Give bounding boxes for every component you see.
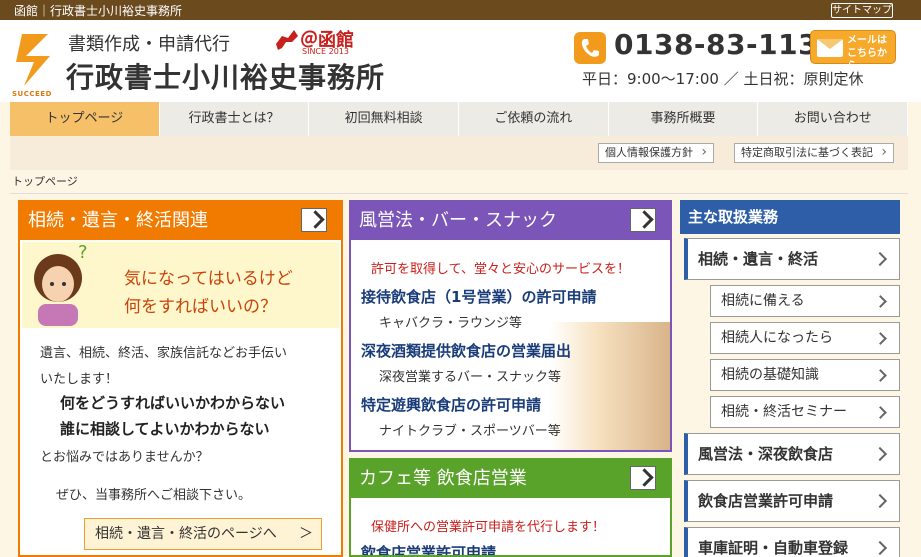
concern-text: とお悩みではありませんか？ [40, 450, 209, 465]
header: SUCCEED 書類作成・申請代行 行政書士小川裕史事務所 ＠函館 SINCE … [0, 20, 921, 102]
header-subtitle: 書類作成・申請代行 [68, 34, 230, 55]
business-hours: 平日：9:00〜17:00 ／ 土日祝：原則定休 [582, 70, 864, 88]
worried-woman-icon: ? [34, 244, 88, 326]
nav-top[interactable]: トップページ [10, 102, 160, 136]
cafe-panel-header[interactable]: カフェ等 飲食店営業 [351, 460, 670, 498]
nav-office-overview[interactable]: 事務所概要 [608, 102, 759, 136]
arrow-right-icon[interactable] [630, 208, 656, 232]
sidebar-sub-heir[interactable]: 相続人になったら [710, 322, 900, 354]
arrow-right-icon[interactable] [301, 208, 327, 232]
services-heading: 主な取扱業務 [680, 200, 900, 234]
fueiho-panel: 風営法・バー・スナック 許可を取得して、堂々と安心のサービスを！ 接待飲食店（1… [349, 200, 672, 452]
intro-text-2: いたします！ [40, 372, 119, 387]
sidebar-item-vehicle[interactable]: 車庫証明・自動車登録 [684, 527, 900, 557]
fueiho-item-3-link[interactable]: 特定遊興飲食店の許可申請 [361, 394, 541, 415]
concern-2: 誰に相談してよいかわからない [60, 420, 270, 438]
worry-line-1: 気になってはいるけど [124, 269, 293, 289]
hakodate-badge: ＠函館 SINCE 2013 [272, 26, 364, 58]
phone-number[interactable]: 0138-83-1137 [614, 28, 838, 61]
sidebar-sub-basics[interactable]: 相続の基礎知識 [710, 359, 900, 391]
cafe-panel-title: カフェ等 飲食店営業 [359, 468, 527, 489]
consult-text: ぜひ、当事務所へご相談下さい。 [56, 488, 252, 503]
fueiho-lead: 許可を取得して、堂々と安心のサービスを！ [371, 262, 630, 277]
tokushoho-link[interactable]: 特定商取引法に基づく表記 [734, 143, 894, 163]
fueiho-item-3-sub: ナイトクラブ・スポーツバー等 [379, 424, 561, 439]
fueiho-item-2-link[interactable]: 深夜酒類提供飲食店の営業届出 [361, 340, 571, 361]
top-strip: 函館｜行政書士小川裕史事務所 サイトマップ [0, 0, 921, 20]
cafe-panel: カフェ等 飲食店営業 保健所への営業許可申請を代行します！ 飲食店営業許可申請 [349, 458, 672, 557]
sidebar-item-restaurant[interactable]: 飲食店営業許可申請 [684, 480, 900, 522]
mail-contact-button[interactable]: メールは こちらから [810, 30, 896, 72]
inheritance-page-button[interactable]: 相続・遺言・終活のページへ [84, 518, 322, 550]
fueiho-panel-title: 風営法・バー・スナック [359, 210, 557, 231]
inheritance-panel-header[interactable]: 相続・遺言・終活関連 [20, 202, 341, 240]
sidebar-sub-prepare[interactable]: 相続に備える [710, 285, 900, 317]
mail-label-2: こちらから [847, 48, 887, 72]
sidebar-item-fueiho[interactable]: 風営法・深夜飲食店 [684, 433, 900, 475]
intro-text-1: 遺言、相続、終活、家族信託などお手伝い [40, 346, 288, 361]
worry-line-2: 何をすればいいの？ [124, 297, 277, 317]
logo-s-icon [16, 34, 50, 86]
arrow-right-icon[interactable] [630, 466, 656, 490]
fueiho-panel-header[interactable]: 風営法・バー・スナック [351, 202, 670, 240]
main-nav: トップページ 行政書士とは？ 初回無料相談 ご依頼の流れ 事務所概要 お問い合わ… [10, 102, 909, 136]
cafe-lead: 保健所への営業許可申請を代行します！ [371, 520, 606, 535]
logo-text: SUCCEED [12, 90, 52, 98]
nav-free-consultation[interactable]: 初回無料相談 [309, 102, 460, 136]
sub-nav: 個人情報保護方針 特定商取引法に基づく表記 [10, 136, 908, 170]
breadcrumb: トップページ [12, 175, 78, 188]
fueiho-item-1-sub: キャバクラ・ラウンジ等 [379, 316, 523, 331]
envelope-icon [817, 39, 843, 57]
phone-icon [574, 32, 606, 64]
site-title-small: 函館｜行政書士小川裕史事務所 [14, 4, 183, 18]
mail-label-1: メールは [847, 35, 887, 46]
inheritance-panel: 相続・遺言・終活関連 ? 気になってはいるけど 何をすればいいの？ 遺言、相続、… [18, 200, 343, 557]
fueiho-item-2-sub: 深夜営業するバー・スナック等 [379, 370, 562, 385]
nav-request-flow[interactable]: ご依頼の流れ [459, 102, 609, 136]
sidebar-sub-seminar[interactable]: 相続・終活セミナー [710, 396, 900, 428]
succeed-logo[interactable]: SUCCEED [12, 30, 60, 98]
nav-about-gyoseishoshi[interactable]: 行政書士とは？ [159, 102, 310, 136]
sitemap-link[interactable]: サイトマップ [831, 3, 893, 18]
office-name: 行政書士小川裕史事務所 [66, 61, 386, 94]
privacy-policy-link[interactable]: 個人情報保護方針 [598, 143, 714, 163]
badge-since: SINCE 2013 [302, 47, 349, 56]
inheritance-panel-title: 相続・遺言・終活関連 [28, 210, 208, 231]
nav-contact[interactable]: お問い合わせ [758, 102, 909, 136]
concern-1: 何をどうすればいいかわからない [60, 394, 286, 412]
sidebar-item-inheritance[interactable]: 相続・遺言・終活 [684, 238, 900, 280]
worry-box: ? 気になってはいるけど 何をすればいいの？ [22, 242, 339, 328]
fueiho-item-1-link[interactable]: 接待飲食店（1号営業）の許可申請 [361, 286, 596, 307]
hokkaido-map-icon [276, 30, 298, 50]
divider [10, 193, 908, 194]
svg-text:?: ? [78, 244, 88, 263]
cafe-item-1-link[interactable]: 飲食店営業許可申請 [361, 542, 496, 555]
